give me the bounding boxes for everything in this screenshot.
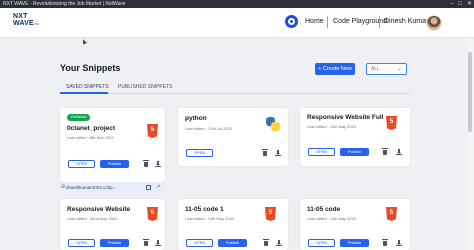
nav-user-name[interactable]: Dinesh Kumar: [384, 18, 428, 25]
snippet-card[interactable]: Responsive Website Last edited : 22nd Ma…: [60, 199, 165, 250]
html5-icon: 5: [265, 207, 276, 221]
nxtwave-logo[interactable]: NXT WAVETM: [13, 13, 45, 33]
publish-button[interactable]: Publish: [218, 239, 247, 247]
nav-divider: [379, 16, 380, 28]
publish-button[interactable]: Publish: [340, 148, 369, 156]
snippet-card[interactable]: Responsive Website Full Last edited : 11…: [300, 108, 410, 166]
snippet-last-edited: Last edited : 22nd May 2023: [67, 216, 118, 221]
open-button[interactable]: OPEN: [68, 160, 95, 168]
trash-icon[interactable]: [382, 239, 388, 246]
snippet-title: 11-05 code: [307, 206, 341, 213]
snippet-last-edited: Last edited : 11th May 2023: [307, 216, 357, 221]
link-icon: ⊝: [61, 184, 66, 190]
open-button[interactable]: OPEN: [308, 148, 335, 156]
snippet-title: Responsive Website: [67, 206, 131, 213]
trash-icon[interactable]: [382, 148, 388, 155]
scrollbar-thumb[interactable]: [468, 52, 472, 132]
trash-icon[interactable]: [263, 239, 269, 246]
html5-icon: 5: [386, 207, 397, 221]
html5-icon: 5: [147, 124, 158, 138]
maximize-icon[interactable]: □: [458, 0, 462, 8]
page-title: Your Snippets: [60, 63, 121, 73]
window-titlebar: NXT WAVE - Revolutionizing the Job Marke…: [0, 0, 474, 8]
external-link-icon[interactable]: ↗: [156, 182, 160, 193]
snippet-title: Responsive Website Full: [307, 114, 384, 121]
minimize-icon[interactable]: –: [450, 0, 453, 8]
open-button[interactable]: OPEN: [186, 149, 213, 157]
publish-button[interactable]: Publish: [340, 239, 369, 247]
chevron-down-icon: ⌄: [396, 66, 402, 72]
trash-icon[interactable]: [143, 239, 149, 246]
python-icon: [266, 117, 280, 131]
close-icon[interactable]: ✕: [467, 0, 472, 8]
mouse-cursor-icon: [81, 38, 87, 45]
top-navbar: NXT WAVETM Home Code Playground Dinesh K…: [0, 8, 474, 38]
download-icon[interactable]: [155, 161, 161, 167]
snippet-card[interactable]: 11-05 code 1 Last edited : 11th May 2023…: [178, 199, 288, 250]
publish-button[interactable]: Publish: [100, 160, 129, 168]
snippet-last-edited: Last edited : 11th May 2023: [185, 216, 235, 221]
published-url[interactable]: dineshkumar2023.ccbp...: [66, 185, 116, 190]
download-icon[interactable]: [276, 240, 282, 246]
open-button[interactable]: OPEN: [186, 239, 213, 247]
trash-icon[interactable]: [143, 160, 149, 167]
download-icon[interactable]: [396, 149, 402, 155]
vertical-scrollbar[interactable]: [467, 38, 473, 250]
snippet-last-edited: Last edited : 11th May 2023: [307, 124, 357, 129]
trash-icon[interactable]: [262, 149, 268, 156]
open-button[interactable]: OPEN: [308, 239, 335, 247]
open-button[interactable]: OPEN: [68, 239, 95, 247]
create-new-button[interactable]: + Create New: [315, 63, 355, 75]
published-link-bar: ⊝ dineshkumar2023.ccbp... ↗: [60, 182, 165, 193]
copy-icon[interactable]: [146, 185, 151, 190]
filter-selected-value: ALL: [371, 66, 380, 72]
html5-icon: 5: [147, 207, 158, 221]
snippet-title: python: [185, 115, 207, 122]
nav-home-link[interactable]: Home: [305, 18, 324, 25]
snippet-card[interactable]: python Last edited : 12th Jul 2023 OPEN: [178, 108, 288, 166]
window-controls: – □ ✕: [450, 0, 472, 8]
snippet-last-edited: Last edited : 8th Nov 2023: [67, 135, 114, 140]
snippet-card[interactable]: 11-05 code Last edited : 11th May 2023 5…: [300, 199, 410, 250]
avatar[interactable]: [426, 15, 442, 31]
download-icon[interactable]: [275, 150, 281, 156]
snippet-card[interactable]: Published 0ctanet_project Last edited : …: [60, 108, 165, 182]
active-tab-indicator: [60, 92, 108, 94]
publish-button[interactable]: Publish: [100, 239, 129, 247]
download-icon[interactable]: [155, 240, 161, 246]
tab-published-snippets[interactable]: PUBLISHED SNIPPETS: [118, 84, 172, 90]
tab-saved-snippets[interactable]: SAVED SNIPPETS: [66, 84, 109, 90]
snippet-title: 0ctanet_project: [67, 125, 116, 132]
nav-divider: [327, 16, 328, 28]
snippets-section: Your Snippets + Create New ALL ⌄ SAVED S…: [60, 56, 410, 250]
snippet-tabs: SAVED SNIPPETS PUBLISHED SNIPPETS: [60, 83, 410, 94]
window-title: NXT WAVE - Revolutionizing the Job Marke…: [3, 1, 126, 7]
download-icon[interactable]: [396, 240, 402, 246]
filter-select[interactable]: ALL ⌄: [366, 63, 407, 75]
snippet-last-edited: Last edited : 12th Jul 2023: [185, 126, 232, 131]
published-badge: Published: [67, 114, 91, 121]
snippet-title: 11-05 code 1: [185, 206, 224, 213]
html5-icon: 5: [386, 116, 397, 130]
profile-settings-icon[interactable]: [285, 15, 298, 28]
